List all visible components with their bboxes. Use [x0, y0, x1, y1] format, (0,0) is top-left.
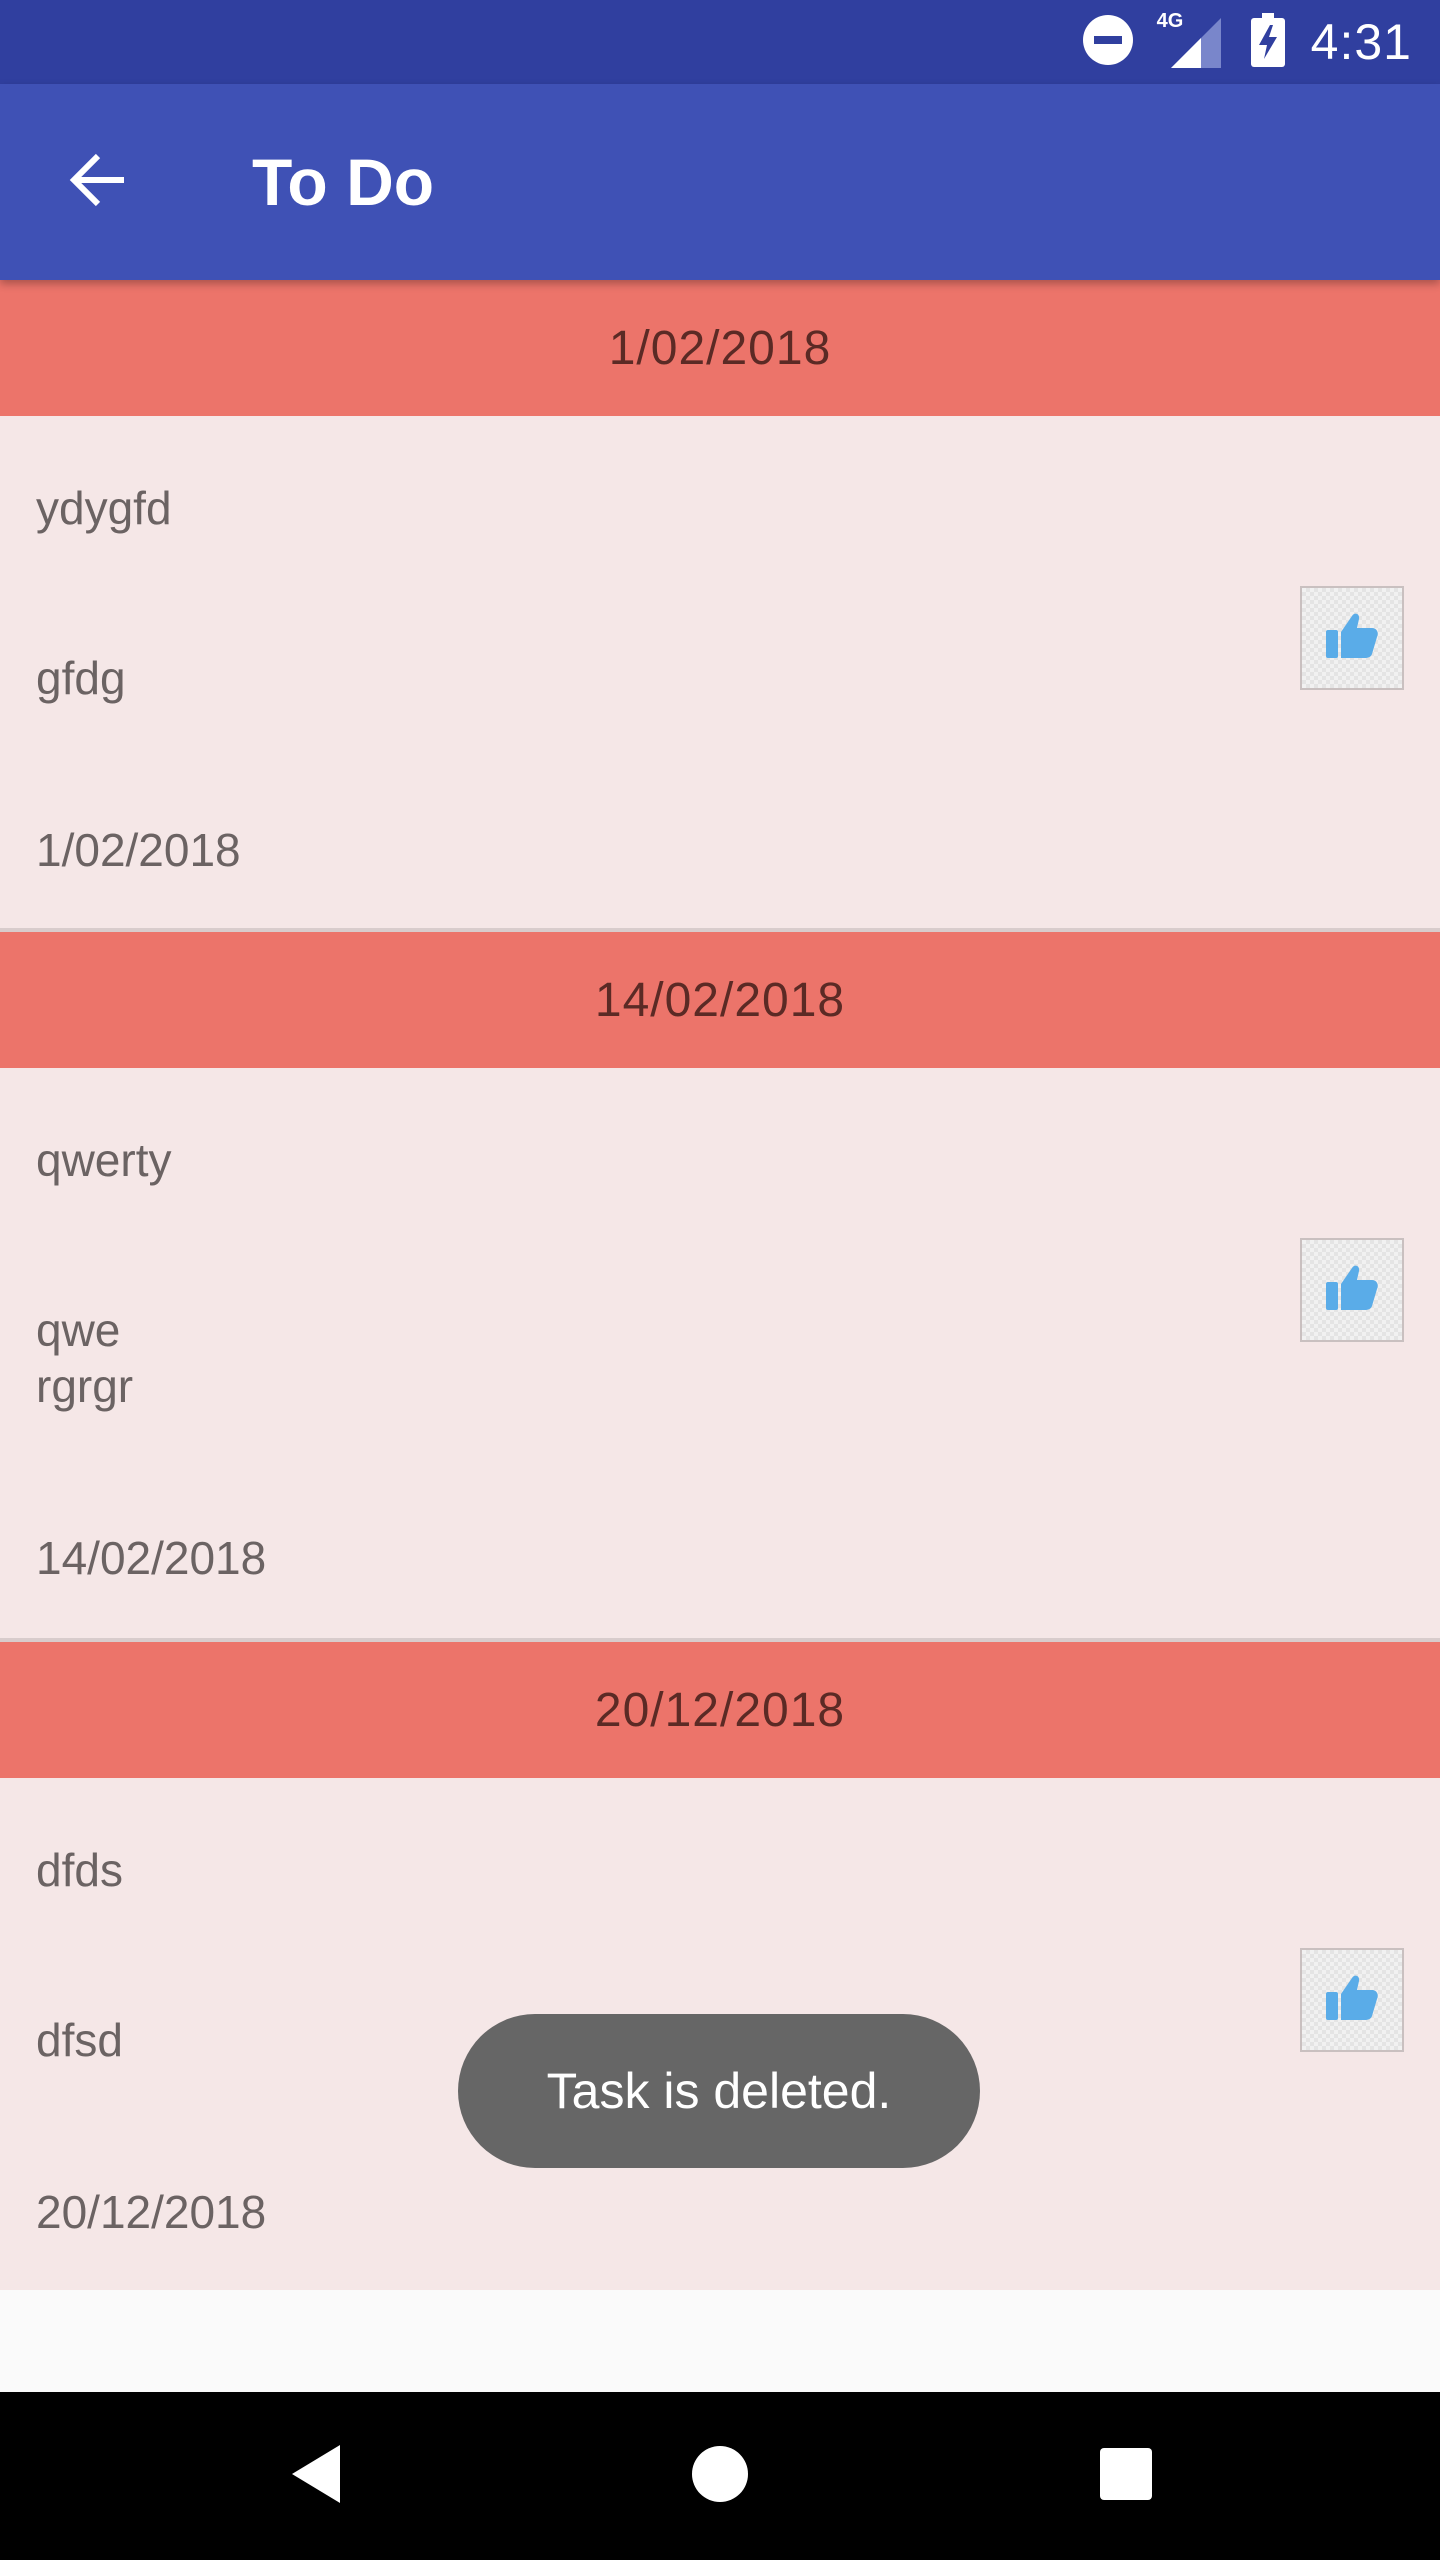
- task-description-line: rgrgr: [36, 1360, 134, 1412]
- nav-home-button[interactable]: [640, 2392, 800, 2560]
- clock-time: 4:31: [1310, 14, 1412, 70]
- date-header: 14/02/2018: [0, 932, 1440, 1068]
- task-description: dfsd: [36, 2014, 123, 2066]
- task-title: dfds: [36, 1844, 123, 1896]
- page-title: To Do: [252, 145, 435, 219]
- navigation-bar: [0, 2392, 1440, 2560]
- status-icons: 4G 4:31: [1081, 0, 1412, 84]
- arrow-back-icon: [66, 148, 130, 217]
- task-description-line: qwe: [36, 1304, 121, 1356]
- battery-charging-icon: [1250, 12, 1285, 72]
- task-card[interactable]: qwerty qwe rgrgr 14/02/2018: [0, 1068, 1440, 1638]
- thumbs-up-icon: [1322, 1258, 1382, 1323]
- like-button[interactable]: [1300, 1238, 1404, 1342]
- status-bar: 4G 4:31: [0, 0, 1440, 84]
- like-button[interactable]: [1300, 1948, 1404, 2052]
- task-date: 1/02/2018: [36, 824, 241, 876]
- do-not-disturb-icon: [1081, 13, 1135, 72]
- date-header: 1/02/2018: [0, 280, 1440, 416]
- thumbs-up-icon: [1322, 606, 1382, 671]
- nav-recents-button[interactable]: [1046, 2392, 1206, 2560]
- task-description: gfdg: [36, 652, 126, 704]
- date-header: 20/12/2018: [0, 1642, 1440, 1778]
- app-bar: To Do: [0, 84, 1440, 280]
- thumbs-up-icon: [1322, 1968, 1382, 2033]
- task-date: 14/02/2018: [36, 1532, 267, 1584]
- back-button[interactable]: [46, 130, 150, 234]
- task-card[interactable]: ydygfd gfdg 1/02/2018: [0, 416, 1440, 928]
- task-title: ydygfd: [36, 482, 172, 534]
- task-list: 1/02/2018 ydygfd gfdg 1/02/2018 14/02/20…: [0, 280, 1440, 2290]
- back-triangle-icon: [288, 2443, 344, 2510]
- task-date: 20/12/2018: [36, 2186, 267, 2238]
- home-circle-icon: [690, 2444, 750, 2509]
- toast-message: Task is deleted.: [458, 2014, 980, 2168]
- nav-back-button[interactable]: [236, 2392, 396, 2560]
- task-title: qwerty: [36, 1134, 172, 1186]
- like-button[interactable]: [1300, 586, 1404, 690]
- signal-icon: 4G: [1157, 10, 1225, 72]
- network-type-label: 4G: [1156, 10, 1184, 32]
- recents-square-icon: [1098, 2446, 1154, 2507]
